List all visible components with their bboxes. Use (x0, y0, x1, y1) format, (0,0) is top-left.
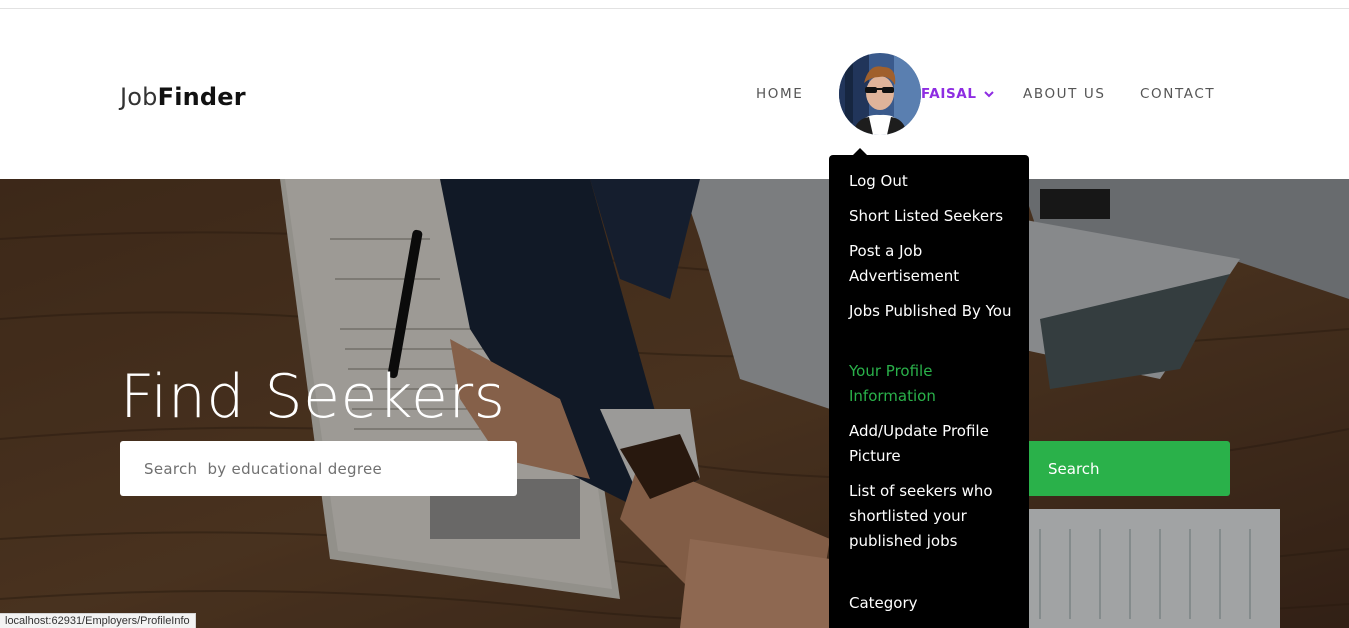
search-input[interactable] (120, 441, 517, 496)
avatar-image (839, 53, 921, 135)
logo-part-2: Finder (157, 83, 246, 111)
nav-home[interactable]: HOME (756, 86, 803, 102)
logo-part-1: Job (120, 83, 158, 111)
nav-user[interactable]: FAISAL (921, 86, 977, 102)
logo[interactable]: JobFinder (120, 83, 246, 111)
menu-item-profile-info[interactable]: Your Profile Information (849, 359, 1019, 409)
status-bar-url: localhost:62931/Employers/ProfileInfo (0, 613, 196, 628)
menu-item-post-job[interactable]: Post a Job Advertisement (849, 239, 1019, 289)
avatar[interactable] (839, 53, 921, 135)
nav-contact[interactable]: CONTACT (1140, 86, 1215, 102)
menu-item-log-out[interactable]: Log Out (849, 169, 1019, 194)
menu-item-short-listed-seekers[interactable]: Short Listed Seekers (849, 204, 1019, 229)
menu-item-jobs-published[interactable]: Jobs Published By You (849, 299, 1019, 324)
chevron-down-icon[interactable] (983, 89, 995, 99)
menu-item-update-picture[interactable]: Add/Update Profile Picture (849, 419, 1019, 469)
hero-title: Find Seekers (120, 362, 506, 432)
menu-item-category[interactable]: Category (849, 591, 1019, 616)
menu-item-seekers-shortlisted[interactable]: List of seekers who shortlisted your pub… (849, 479, 1019, 554)
nav-about[interactable]: ABOUT US (1023, 86, 1106, 102)
site-header: JobFinder HOME FAISAL ABOUT US CONTACT (0, 9, 1349, 179)
